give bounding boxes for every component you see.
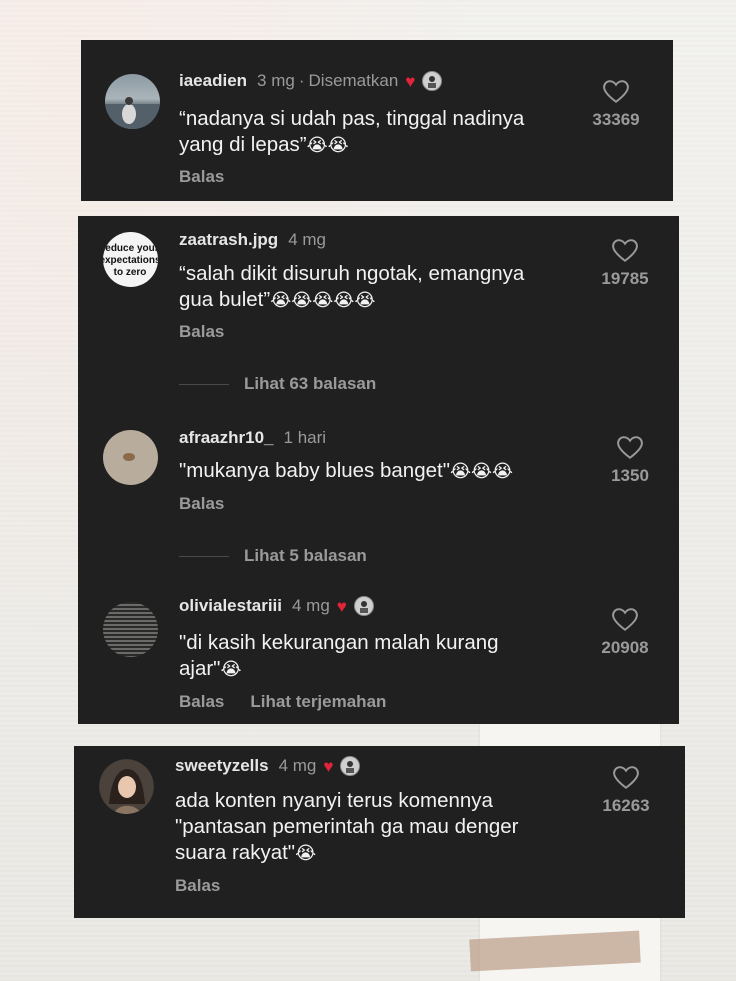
view-replies-button[interactable]: Lihat 5 balasan: [179, 546, 367, 566]
heart-outline-icon: [617, 436, 643, 459]
like-button[interactable]: 33369: [576, 80, 656, 130]
username[interactable]: zaatrash.jpg: [179, 230, 278, 250]
like-button[interactable]: 1350: [590, 436, 670, 486]
reply-button[interactable]: Balas: [179, 167, 224, 187]
username[interactable]: olivialestariii: [179, 596, 282, 616]
comment-item: sweetyzells 4 mg ♥ ada konten nyanyi ter…: [74, 746, 685, 918]
heart-outline-icon: [612, 239, 638, 262]
pinned-separator: ·: [298, 71, 305, 90]
svg-text:to zero: to zero: [114, 267, 147, 278]
avatar[interactable]: [103, 430, 158, 485]
reply-button[interactable]: Balas: [179, 322, 224, 342]
username[interactable]: afraazhr10_: [179, 428, 274, 448]
reply-actions: Balas Lihat terjemahan: [179, 692, 386, 712]
like-count: 20908: [601, 638, 649, 657]
creator-heart-icon: ♥: [323, 756, 334, 776]
comment-item: olivialestariii 4 mg ♥ "di kasih kekuran…: [78, 588, 679, 724]
avatar[interactable]: [103, 602, 158, 657]
heart-outline-icon: [603, 80, 629, 103]
crying-emoji: 😭😭: [306, 135, 349, 155]
creator-heart-icon: ♥: [336, 596, 347, 616]
text-sticker-icon: reduce your expectations to zero: [103, 232, 158, 287]
heart-outline-icon: [613, 766, 639, 789]
like-count: 16263: [602, 796, 650, 815]
comment-header: olivialestariii 4 mg ♥: [179, 596, 374, 616]
comment-text: ada konten nyanyi terus komennya "pantas…: [175, 788, 555, 866]
anime-girl-icon: [99, 759, 154, 814]
creator-avatar-icon: [353, 596, 374, 616]
translate-button[interactable]: Lihat terjemahan: [250, 692, 386, 711]
comment-item: reduce your expectations to zero zaatras…: [78, 216, 679, 356]
comment-text: "mukanya baby blues banget"😭😭😭: [179, 458, 599, 484]
crying-emoji: 😭😭😭: [449, 461, 514, 481]
comment-header: zaatrash.jpg 4 mg: [179, 230, 326, 250]
heart-outline-icon: [612, 608, 638, 631]
comment-text: “salah dikit disuruh ngotak, emangnya gu…: [179, 261, 564, 313]
crying-emoji: 😭: [220, 659, 242, 679]
timestamp: 4 mg: [288, 230, 326, 249]
comment-panel-1: iaeadien 3 mg · Disematkan ♥ “nadanya si…: [81, 40, 673, 201]
like-count: 19785: [601, 269, 649, 288]
crying-emoji: 😭😭😭😭😭: [270, 290, 376, 310]
comment-body: ada konten nyanyi terus komennya "pantas…: [175, 789, 519, 864]
comment-item: iaeadien 3 mg · Disematkan ♥ “nadanya si…: [81, 40, 673, 201]
reply-button[interactable]: Balas: [179, 692, 224, 711]
comment-item: afraazhr10_ 1 hari "mukanya baby blues b…: [78, 416, 679, 536]
comment-header: iaeadien 3 mg · Disematkan ♥: [179, 71, 443, 91]
username[interactable]: sweetyzells: [175, 756, 269, 776]
timestamp: 3 mg: [257, 71, 295, 90]
like-count: 1350: [611, 466, 649, 485]
divider: [179, 383, 229, 385]
view-replies-label: Lihat 5 balasan: [244, 546, 367, 565]
view-replies-button[interactable]: Lihat 63 balasan: [179, 374, 376, 394]
view-replies-label: Lihat 63 balasan: [244, 374, 377, 393]
like-count: 33369: [592, 110, 640, 129]
avatar[interactable]: reduce your expectations to zero: [103, 232, 158, 287]
like-button[interactable]: 20908: [585, 608, 665, 658]
timestamp: 1 hari: [283, 428, 327, 447]
comment-body: “nadanya si udah pas, tinggal nadinya ya…: [179, 107, 525, 156]
reply-button[interactable]: Balas: [175, 876, 220, 896]
comment-text: “nadanya si udah pas, tinggal nadinya ya…: [179, 106, 559, 158]
svg-text:expectations: expectations: [103, 255, 158, 266]
crying-emoji: 😭: [295, 843, 317, 863]
comment-body: "mukanya baby blues banget": [179, 459, 450, 482]
reply-button[interactable]: Balas: [179, 494, 224, 514]
beige-photo-icon: [103, 430, 158, 485]
pinned-label: Disematkan: [308, 71, 399, 90]
comment-panel-2: reduce your expectations to zero zaatras…: [78, 216, 679, 724]
timestamp: 4 mg: [292, 596, 330, 615]
like-button[interactable]: 16263: [586, 766, 666, 816]
comment-text: "di kasih kekurangan malah kurang ajar"😭: [179, 630, 559, 682]
striped-photo-icon: [103, 602, 158, 657]
comment-panel-3: sweetyzells 4 mg ♥ ada konten nyanyi ter…: [74, 746, 685, 918]
username[interactable]: iaeadien: [179, 71, 247, 91]
like-button[interactable]: 19785: [585, 239, 665, 289]
comment-header: afraazhr10_ 1 hari: [179, 428, 326, 448]
comment-header: sweetyzells 4 mg ♥: [175, 756, 361, 776]
avatar[interactable]: [99, 759, 154, 814]
creator-avatar-icon: [340, 756, 361, 776]
creator-avatar-icon: [422, 71, 443, 91]
divider: [179, 555, 229, 557]
avatar[interactable]: [105, 74, 160, 129]
svg-text:reduce your: reduce your: [103, 243, 158, 254]
creator-heart-icon: ♥: [405, 71, 416, 91]
sea-photo-icon: [105, 97, 160, 129]
timestamp: 4 mg: [278, 756, 317, 775]
